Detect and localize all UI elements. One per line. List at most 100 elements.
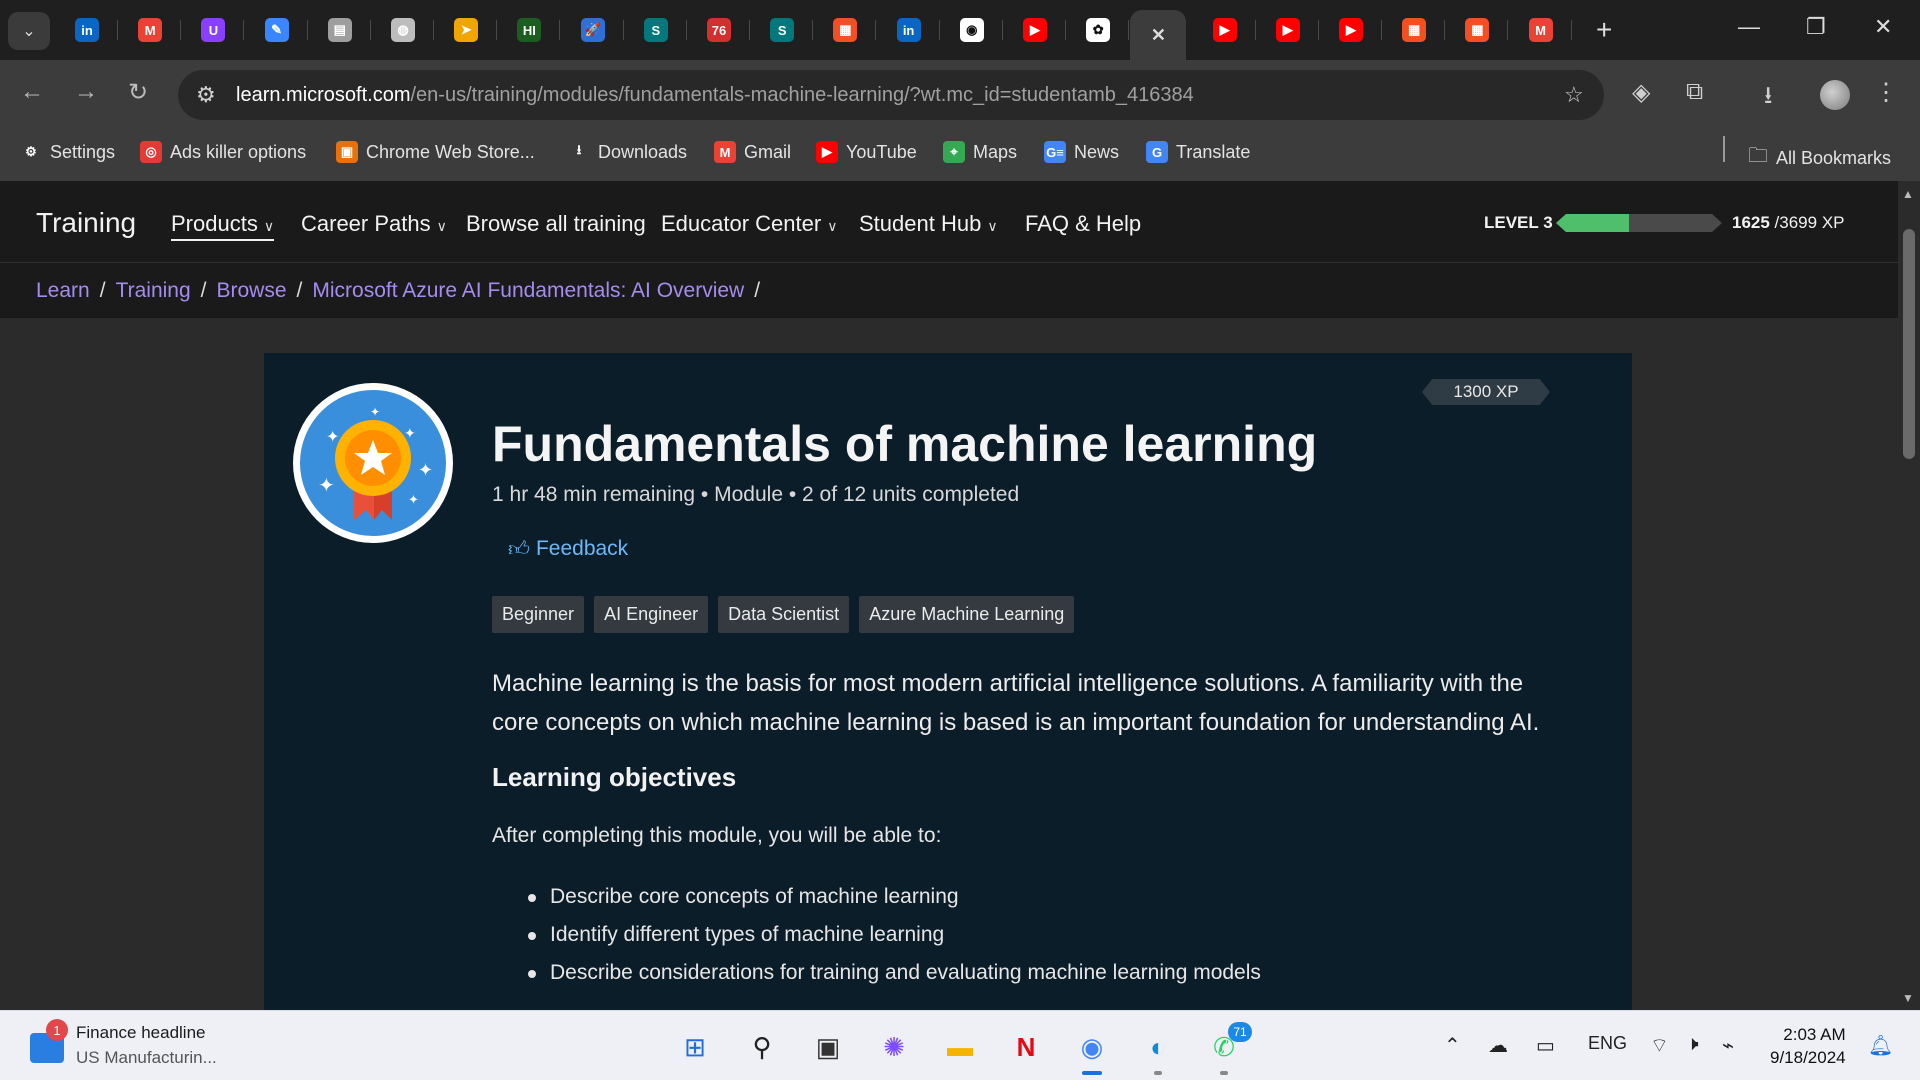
- new-tab-button[interactable]: +: [1596, 14, 1612, 46]
- bookmark-news[interactable]: G≡ News: [1044, 141, 1119, 163]
- battery-charging-icon[interactable]: ⌁: [1722, 1033, 1734, 1058]
- browser-tab[interactable]: U: [182, 10, 245, 50]
- restore-icon[interactable]: ❐: [1806, 14, 1826, 40]
- browser-toolbar: ← → ↻ ⚙ learn.microsoft.com/en-us/traini…: [0, 60, 1920, 125]
- onedrive-cloud-icon[interactable]: ☁: [1488, 1033, 1508, 1058]
- scroll-thumb[interactable]: [1903, 229, 1915, 459]
- bookmark-youtube[interactable]: ▶ YouTube: [816, 141, 917, 163]
- bookmark-ads-killer-options[interactable]: ◎ Ads killer options: [140, 141, 306, 163]
- breadcrumb-link[interactable]: Browse: [217, 279, 287, 302]
- scroll-up-arrow-icon[interactable]: ▲: [1902, 187, 1914, 201]
- star-icon[interactable]: ☆: [1564, 82, 1584, 108]
- system-clock[interactable]: 2:03 AM 9/18/2024: [1770, 1023, 1846, 1069]
- chevron-up-icon[interactable]: ⌃: [1444, 1033, 1461, 1058]
- clock-date: 9/18/2024: [1770, 1048, 1846, 1067]
- browser-tab[interactable]: in: [56, 10, 118, 50]
- bookmark-gmail[interactable]: M Gmail: [714, 141, 791, 163]
- tag-chip[interactable]: AI Engineer: [594, 596, 709, 633]
- tag-chip[interactable]: Beginner: [492, 596, 585, 633]
- module-description: Machine learning is the basis for most m…: [492, 670, 1540, 736]
- browser-tab[interactable]: HI: [498, 10, 561, 50]
- news-headline[interactable]: Finance headline: [76, 1023, 205, 1043]
- nav-career-paths[interactable]: Career Paths ∨: [301, 211, 447, 237]
- bookmark-chrome-web-store[interactable]: ▣ Chrome Web Store...: [336, 141, 535, 163]
- search-icon[interactable]: ⚲: [742, 1027, 782, 1067]
- download-icon[interactable]: ⭳: [1764, 78, 1772, 119]
- tab-separator: [1001, 20, 1003, 40]
- browser-tab[interactable]: ◉: [941, 10, 1003, 50]
- profile-avatar[interactable]: [1820, 80, 1850, 110]
- browser-tab[interactable]: ◍: [372, 10, 434, 50]
- nav-label: Career Paths: [301, 211, 431, 236]
- xp-current: 1625: [1732, 213, 1770, 232]
- address-bar[interactable]: ⚙ learn.microsoft.com/en-us/training/mod…: [178, 70, 1604, 120]
- browser-tab[interactable]: ▤: [309, 10, 371, 50]
- browser-tab[interactable]: S: [625, 10, 687, 50]
- nav-products[interactable]: Products ∨: [171, 211, 275, 241]
- extensions-puzzle-icon[interactable]: ⧉: [1686, 78, 1703, 106]
- bookmark-downloads[interactable]: ⭳ Downloads: [568, 141, 687, 163]
- copilot-icon[interactable]: ✺: [874, 1027, 914, 1067]
- feedback-link[interactable]: 👍︎ Feedback: [508, 536, 628, 562]
- task-view-icon[interactable]: ▣: [808, 1027, 848, 1067]
- browser-tab[interactable]: ▶: [1004, 10, 1066, 50]
- browser-tab[interactable]: ✿: [1067, 10, 1130, 50]
- page-scrollbar[interactable]: ▲ ▼: [1898, 181, 1920, 1010]
- browser-tab[interactable]: 76: [688, 10, 750, 50]
- browser-tab[interactable]: M: [119, 10, 182, 50]
- active-tab[interactable]: ✕: [1130, 10, 1187, 60]
- tag-chip[interactable]: Data Scientist: [718, 596, 850, 633]
- reload-icon[interactable]: ↻: [128, 78, 148, 107]
- site-info-icon[interactable]: ⚙: [196, 82, 216, 108]
- nav-faq-help[interactable]: FAQ & Help: [1025, 211, 1141, 237]
- back-arrow-icon[interactable]: ←: [20, 78, 44, 106]
- volume-muted-icon[interactable]: 🕨: [1686, 1033, 1699, 1056]
- nav-browse-all-training[interactable]: Browse all training: [466, 211, 646, 237]
- notification-bell-icon[interactable]: 🔔︎: [1868, 1033, 1893, 1058]
- all-bookmarks-button[interactable]: 🗀 All Bookmarks: [1748, 141, 1891, 175]
- site-brand[interactable]: Training: [36, 207, 136, 239]
- news-subtitle[interactable]: US Manufacturin...: [76, 1048, 217, 1068]
- windows-start-icon[interactable]: ⊞: [675, 1027, 715, 1067]
- browser-tab[interactable]: ▦: [1383, 10, 1446, 50]
- language-indicator[interactable]: ENG: [1588, 1033, 1627, 1054]
- browser-tab[interactable]: M: [1510, 10, 1572, 50]
- extension-diamond-icon[interactable]: ◈: [1632, 78, 1650, 107]
- bookmark-maps[interactable]: ⌖ Maps: [943, 141, 1017, 163]
- tablet-mode-icon[interactable]: ▭: [1536, 1033, 1555, 1058]
- wifi-icon[interactable]: ⌔: [1650, 1033, 1669, 1058]
- breadcrumb-link[interactable]: Learn: [36, 279, 90, 302]
- browser-tab[interactable]: ✎: [246, 10, 308, 50]
- bookmark-translate[interactable]: G Translate: [1146, 141, 1250, 163]
- breadcrumb-link[interactable]: Training: [116, 279, 191, 302]
- forward-arrow-icon[interactable]: →: [74, 78, 98, 106]
- tab-search-button[interactable]: ⌄: [8, 12, 50, 50]
- browser-tab[interactable]: in: [878, 10, 940, 50]
- browser-tab[interactable]: ▦: [1446, 10, 1509, 50]
- close-tab-icon[interactable]: ✕: [1146, 23, 1170, 47]
- menu-dots-icon[interactable]: ⋮: [1874, 78, 1898, 107]
- browser-tab[interactable]: 🚀: [562, 10, 624, 50]
- url-text[interactable]: learn.microsoft.com/en-us/training/modul…: [236, 84, 1194, 107]
- bookmark-settings[interactable]: ⚙ Settings: [20, 141, 115, 163]
- maps-icon: ⌖: [943, 141, 965, 163]
- netflix-icon[interactable]: N: [1006, 1027, 1046, 1067]
- tag-chip[interactable]: Azure Machine Learning: [859, 596, 1075, 633]
- news-notification-badge: 1: [46, 1019, 68, 1041]
- file-explorer-icon[interactable]: ▬: [940, 1027, 980, 1067]
- browser-tab[interactable]: ▦: [814, 10, 877, 50]
- edge-icon[interactable]: ◐: [1138, 1027, 1178, 1067]
- scroll-down-arrow-icon[interactable]: ▼: [1902, 991, 1914, 1005]
- breadcrumb-link[interactable]: Microsoft Azure AI Fundamentals: AI Over…: [312, 279, 744, 302]
- nav-educator-center[interactable]: Educator Center ∨: [661, 211, 837, 237]
- browser-tab[interactable]: ▶: [1257, 10, 1319, 50]
- close-window-icon[interactable]: ✕: [1874, 14, 1892, 40]
- browser-tab[interactable]: ▶: [1320, 10, 1382, 50]
- chrome-icon[interactable]: ◉: [1072, 1027, 1112, 1067]
- browser-tab[interactable]: ▶: [1194, 10, 1256, 50]
- sharepoint-icon-2: S: [770, 18, 795, 42]
- nav-student-hub[interactable]: Student Hub ∨: [859, 211, 998, 237]
- minimize-icon[interactable]: —: [1738, 14, 1760, 40]
- browser-tab[interactable]: ➤: [435, 10, 498, 50]
- browser-tab[interactable]: S: [751, 10, 814, 50]
